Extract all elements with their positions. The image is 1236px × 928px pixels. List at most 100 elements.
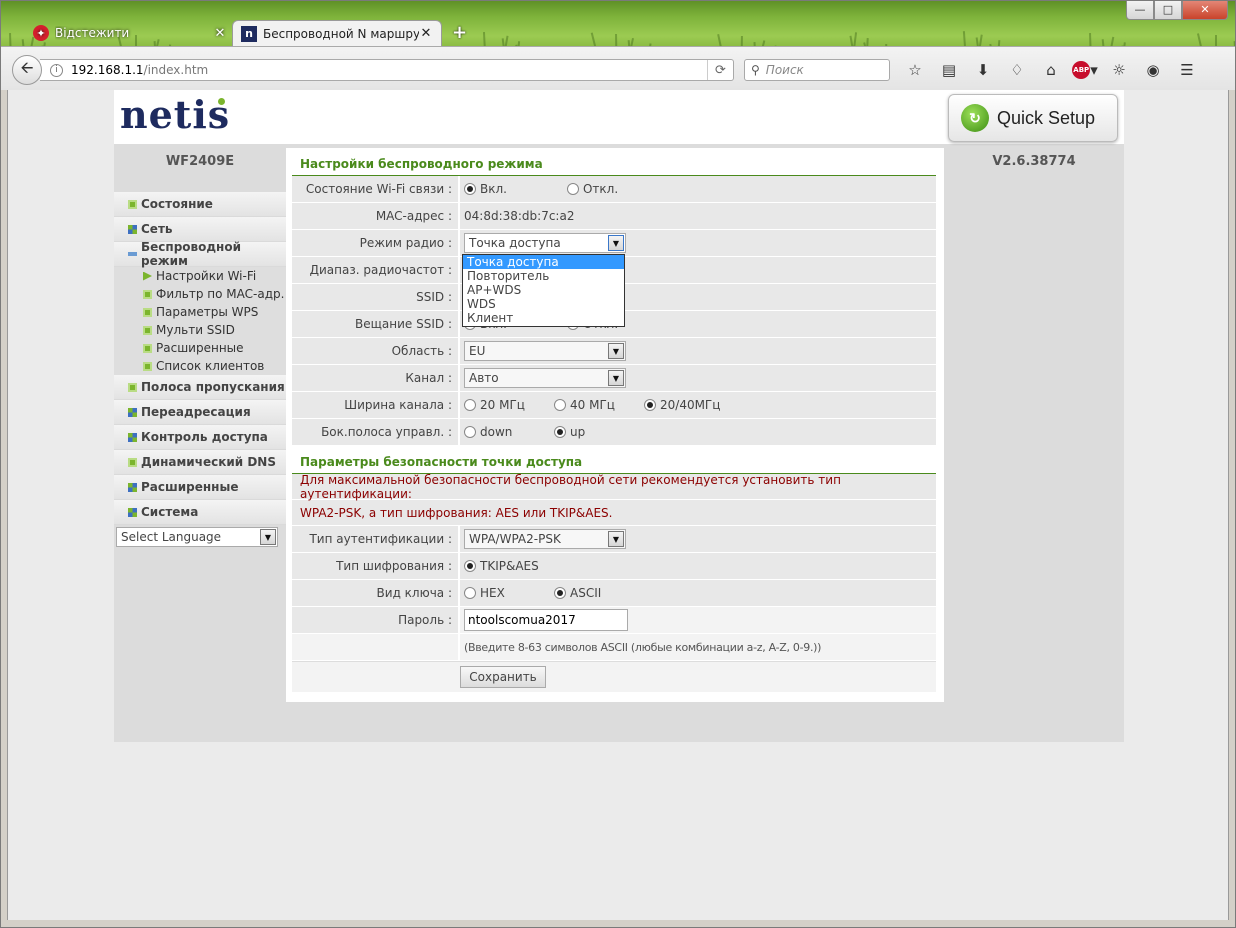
- region-value: EU: [469, 344, 486, 358]
- reading-list-icon[interactable]: ▤: [932, 59, 966, 81]
- sidebar-item-label: Состояние: [141, 197, 213, 211]
- sidebar-item-bandwidth[interactable]: Полоса пропускания: [114, 375, 286, 400]
- sidebar-subitem-wps[interactable]: Параметры WPS: [114, 303, 286, 321]
- hint-cell: (Введите 8-63 символов ASCII (любые комб…: [460, 634, 936, 660]
- sidebar-item-forwarding[interactable]: Переадресация: [114, 400, 286, 425]
- page-viewport: netis ↻ Quick Setup WF2409E Состояние Се…: [7, 90, 1229, 920]
- sidebar-item-advanced[interactable]: Расширенные: [114, 475, 286, 500]
- vpn-globe-icon[interactable]: ☼: [1102, 59, 1136, 81]
- maximize-icon[interactable]: □: [1154, 0, 1182, 20]
- region-select[interactable]: EU ▼: [464, 341, 626, 361]
- netis-favicon-icon: n: [241, 25, 257, 42]
- refresh-arrow-icon: ↻: [961, 104, 989, 132]
- plus-icon: [143, 325, 152, 335]
- close-window-icon[interactable]: ✕: [1182, 0, 1228, 20]
- channel-row: Канал : Авто ▼: [292, 365, 936, 392]
- width-20-radio[interactable]: 20 МГц: [464, 398, 554, 412]
- radio-mode-option[interactable]: Точка доступа: [463, 255, 624, 269]
- radio-label: up: [570, 425, 586, 439]
- close-tab-icon[interactable]: ✕: [213, 26, 227, 41]
- sidebar-item-label: Переадресация: [141, 405, 251, 419]
- adblock-icon[interactable]: ABP ▾: [1068, 59, 1102, 81]
- cipher-tkip-aes-radio[interactable]: TKIP&AES: [464, 559, 539, 573]
- chevron-down-icon[interactable]: ▼: [260, 529, 276, 545]
- url-bar[interactable]: i 192.168.1.1/index.htm ⟳: [40, 59, 734, 81]
- close-tab-icon[interactable]: ✕: [419, 26, 433, 41]
- chevron-down-icon[interactable]: ▼: [608, 235, 624, 251]
- wifi-on-radio[interactable]: Вкл.: [464, 182, 507, 196]
- home-icon[interactable]: ⌂: [1034, 59, 1068, 81]
- sidebar-subitem-wifi-settings[interactable]: Настройки Wi-Fi: [114, 267, 286, 285]
- sidebar-item-wireless[interactable]: Беспроводной режим: [114, 240, 286, 268]
- menu-hamburger-icon[interactable]: ☰: [1170, 59, 1204, 81]
- auth-type-row: Тип аутентификации : WPA/WPA2-PSK ▼: [292, 526, 936, 553]
- chevron-down-icon[interactable]: ▼: [608, 343, 624, 359]
- hint-row: (Введите 8-63 символов ASCII (любые комб…: [292, 634, 936, 661]
- wifi-status-value: Вкл. Откл.: [460, 176, 936, 202]
- key-type-row: Вид ключа : HEX ASCII: [292, 580, 936, 607]
- sidebar-subitem-mac-filter[interactable]: Фильтр по MAC-адр.: [114, 285, 286, 303]
- logo-text: netis: [120, 92, 231, 137]
- freq-range-label: Диапаз. радиочастот :: [292, 257, 458, 283]
- width-2040-radio[interactable]: 20/40МГц: [644, 398, 720, 412]
- auth-type-select[interactable]: WPA/WPA2-PSK ▼: [464, 529, 626, 549]
- sidebar-subitem-label: Расширенные: [156, 341, 244, 355]
- sideband-down-radio[interactable]: down: [464, 425, 554, 439]
- radio-mode-select[interactable]: Точка доступа ▼: [464, 233, 626, 253]
- chevron-down-icon[interactable]: ▼: [608, 531, 624, 547]
- toolbar: ☆ ▤ ⬇ ♢ ⌂ ABP ▾ ☼ ◉ ☰: [898, 59, 1204, 81]
- radio-mode-row: Режим радио : Точка доступа ▼: [292, 230, 936, 257]
- cipher-row: Тип шифрования : TKIP&AES: [292, 553, 936, 580]
- quick-setup-button[interactable]: ↻ Quick Setup: [948, 94, 1118, 142]
- radio-checked-icon: [464, 560, 476, 572]
- key-ascii-radio[interactable]: ASCII: [554, 586, 601, 600]
- eye-icon[interactable]: ◉: [1136, 59, 1170, 81]
- sidebar-item-label: Сеть: [141, 222, 173, 236]
- save-button[interactable]: Сохранить: [460, 666, 546, 688]
- chevron-down-icon[interactable]: ▼: [608, 370, 624, 386]
- pocket-icon[interactable]: ♢: [1000, 59, 1034, 81]
- sidebar-item-system[interactable]: Система: [114, 500, 286, 525]
- back-arrow-icon[interactable]: 🡨: [12, 55, 42, 85]
- minus-icon: [128, 252, 137, 256]
- sidebar-item-network[interactable]: Сеть: [114, 217, 286, 242]
- sidebar-subitem-advanced[interactable]: Расширенные: [114, 339, 286, 357]
- channel-select[interactable]: Авто ▼: [464, 368, 626, 388]
- plus-icon: [128, 199, 137, 209]
- netis-logo[interactable]: netis: [120, 92, 230, 137]
- sidebar-item-ddns[interactable]: Динамический DNS: [114, 450, 286, 475]
- url-host: 192.168.1.1: [71, 63, 144, 77]
- tab-vidstezhyty[interactable]: ✦ Відстежити ✕: [25, 20, 235, 46]
- radio-mode-option[interactable]: WDS: [463, 297, 624, 311]
- download-icon[interactable]: ⬇: [966, 59, 1000, 81]
- minimize-icon[interactable]: —: [1126, 0, 1154, 20]
- new-tab-icon[interactable]: +: [452, 22, 467, 43]
- plus-icon: [128, 382, 137, 392]
- plus-icon: [143, 343, 152, 353]
- bookmark-star-icon[interactable]: ☆: [898, 59, 932, 81]
- radio-label: ASCII: [570, 586, 602, 600]
- sidebar-subitem-multi-ssid[interactable]: Мульти SSID: [114, 321, 286, 339]
- grid-icon: [128, 507, 137, 517]
- radio-mode-option[interactable]: Клиент: [463, 311, 624, 325]
- wifi-off-radio[interactable]: Откл.: [566, 182, 618, 196]
- radio-checked-icon: [554, 426, 566, 438]
- arrow-right-icon: [143, 271, 152, 281]
- sidebar-item-access-control[interactable]: Контроль доступа: [114, 425, 286, 450]
- password-field[interactable]: ntoolscomua2017: [464, 609, 628, 631]
- tab-router[interactable]: n Беспроводной N маршру... ✕: [232, 20, 442, 46]
- sideband-up-radio[interactable]: up: [554, 425, 585, 439]
- info-icon[interactable]: i: [50, 63, 63, 77]
- key-hex-radio[interactable]: HEX: [464, 586, 554, 600]
- width-40-radio[interactable]: 40 МГц: [554, 398, 644, 412]
- language-select[interactable]: Select Language ▼: [116, 527, 278, 547]
- auth-type-value: WPA/WPA2-PSK: [469, 532, 561, 546]
- radio-mode-option[interactable]: AP+WDS: [463, 283, 624, 297]
- radio-label: Вкл.: [480, 182, 507, 196]
- ssid-broadcast-label: Вещание SSID :: [292, 311, 458, 337]
- reload-icon[interactable]: ⟳: [707, 60, 733, 80]
- radio-mode-option[interactable]: Повторитель: [463, 269, 624, 283]
- sidebar-subitem-clients[interactable]: Список клиентов: [114, 357, 286, 375]
- sidebar-item-status[interactable]: Состояние: [114, 192, 286, 217]
- search-input[interactable]: ⚲ Поиск: [744, 59, 890, 81]
